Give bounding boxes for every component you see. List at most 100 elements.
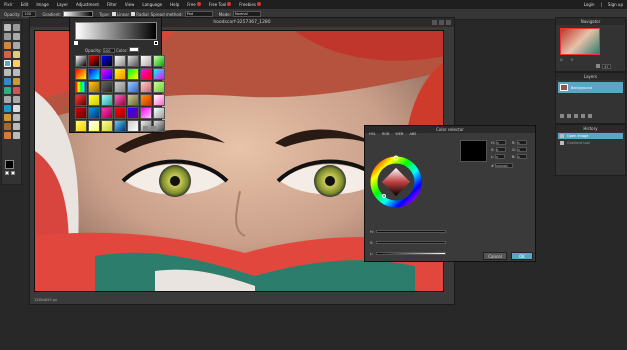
colorpicker-tool-icon[interactable] (13, 69, 20, 76)
foreground-color-swatch[interactable] (5, 160, 14, 169)
gradient-preset[interactable] (88, 81, 100, 93)
gradient-preset[interactable] (114, 55, 126, 67)
gradient-preset[interactable] (75, 94, 87, 106)
burn-tool-icon[interactable] (13, 87, 20, 94)
text-tool-icon[interactable] (13, 105, 20, 112)
maximize-icon[interactable] (439, 20, 444, 25)
menu-view[interactable]: View (125, 2, 135, 7)
gradient-preset[interactable] (88, 55, 100, 67)
h-input[interactable]: 0 (495, 140, 506, 145)
signup-link[interactable]: Sign up (608, 2, 623, 7)
gradient-preset[interactable] (114, 94, 126, 106)
history-item[interactable]: Gradient tool (558, 140, 623, 146)
hand-tool-icon[interactable] (4, 114, 11, 121)
menu-language[interactable]: Language (142, 2, 162, 7)
gradient-preset[interactable] (153, 81, 165, 93)
gradient-preset[interactable] (75, 81, 87, 93)
gradient-preset[interactable] (127, 55, 139, 67)
gradient-preset[interactable] (75, 107, 87, 119)
hex-input[interactable]: 000000 (495, 163, 514, 168)
layer-settings-icon[interactable] (560, 114, 564, 118)
gradient-preset[interactable] (101, 55, 113, 67)
s-slider[interactable] (376, 241, 446, 244)
tab-rgb[interactable]: RGB (382, 132, 390, 136)
g-input[interactable]: 0 (517, 147, 528, 152)
color-wheel[interactable] (370, 144, 422, 218)
gradient-preset[interactable] (88, 94, 100, 106)
h-slider[interactable] (376, 230, 446, 233)
bloat-tool-icon[interactable] (13, 123, 20, 130)
gradient-preset[interactable] (101, 81, 113, 93)
add-preset-icon[interactable] (143, 126, 148, 131)
sponge-tool-icon[interactable] (13, 78, 20, 85)
spot-heal-tool-icon[interactable] (4, 123, 11, 130)
swap-colors-icon[interactable] (11, 171, 15, 175)
b-input[interactable]: 0 (516, 154, 527, 159)
menu-free[interactable]: Free (187, 2, 201, 7)
menu-adjustment[interactable]: Adjustment (76, 2, 99, 7)
menu-freebies[interactable]: Freebies (239, 2, 261, 7)
drawing-tool-icon[interactable] (4, 78, 11, 85)
blur-tool-icon[interactable] (4, 96, 11, 103)
gradient-preset[interactable] (127, 81, 139, 93)
gradient-preset[interactable] (140, 81, 152, 93)
cancel-button[interactable]: Cancel (483, 252, 507, 260)
layer-mask-icon[interactable] (574, 114, 578, 118)
tab-abs[interactable]: ABS (409, 132, 416, 136)
colorreplace-tool-icon[interactable] (13, 132, 20, 139)
gradient-stop-right[interactable] (154, 41, 158, 45)
gradient-preset[interactable] (114, 120, 126, 132)
s-input[interactable]: 0 (495, 147, 506, 152)
new-layer-icon[interactable] (581, 114, 585, 118)
delete-preset-icon[interactable] (151, 126, 156, 131)
minimize-icon[interactable] (432, 20, 437, 25)
menu-brand[interactable]: Pixlr (4, 2, 13, 7)
zoom-input[interactable]: 97 (602, 64, 611, 69)
redeye-tool-icon[interactable] (4, 105, 11, 112)
gradient-preset[interactable] (114, 68, 126, 80)
gradient-preset[interactable] (88, 107, 100, 119)
gradient-preset[interactable] (101, 120, 113, 132)
l-input[interactable]: 0 (495, 154, 506, 159)
gradient-preset[interactable] (88, 68, 100, 80)
bucket-tool-icon[interactable] (13, 60, 20, 67)
linear-radio[interactable] (111, 12, 116, 16)
pencil-tool-icon[interactable] (13, 42, 20, 49)
layer-row[interactable]: Background (558, 82, 623, 93)
gradient-preset[interactable] (101, 107, 113, 119)
close-icon[interactable] (446, 20, 451, 25)
gradient-tool-icon[interactable] (4, 60, 11, 67)
gradient-preset[interactable] (153, 55, 165, 67)
move-tool-icon[interactable] (4, 24, 11, 31)
navigator-thumbnail[interactable] (560, 28, 600, 55)
gradient-preset[interactable] (101, 94, 113, 106)
gradient-preset[interactable] (114, 81, 126, 93)
gradient-preset[interactable] (140, 68, 152, 80)
menu-edit[interactable]: Edit (21, 2, 29, 7)
gradient-preset[interactable] (75, 55, 87, 67)
login-link[interactable]: Login (584, 2, 595, 7)
opacity-input[interactable]: 100 (102, 48, 115, 53)
sharpen-tool-icon[interactable] (13, 96, 20, 103)
eraser-tool-icon[interactable] (13, 51, 20, 58)
delete-layer-icon[interactable] (588, 114, 592, 118)
pinch-tool-icon[interactable] (4, 132, 11, 139)
gradient-preset[interactable] (153, 94, 165, 106)
clone-tool-icon[interactable] (4, 69, 11, 76)
history-item[interactable]: Open image (558, 133, 623, 139)
gradient-preset[interactable] (101, 68, 113, 80)
gradient-preset[interactable] (114, 107, 126, 119)
color-swatch[interactable] (129, 47, 140, 52)
gradient-preset[interactable] (75, 120, 87, 132)
l-slider[interactable] (376, 252, 446, 255)
gradient-preset[interactable] (140, 107, 152, 119)
gradient-preset[interactable] (75, 68, 87, 80)
gradient-preset[interactable] (88, 120, 100, 132)
menu-filter[interactable]: Filter (107, 2, 117, 7)
crop-tool-icon[interactable] (4, 33, 11, 40)
gradient-preset[interactable] (127, 68, 139, 80)
gradient-preset[interactable] (140, 55, 152, 67)
tab-web[interactable]: WEB (395, 132, 403, 136)
gradient-preset[interactable] (153, 68, 165, 80)
menu-free-tool[interactable]: Free Tool (209, 2, 232, 7)
